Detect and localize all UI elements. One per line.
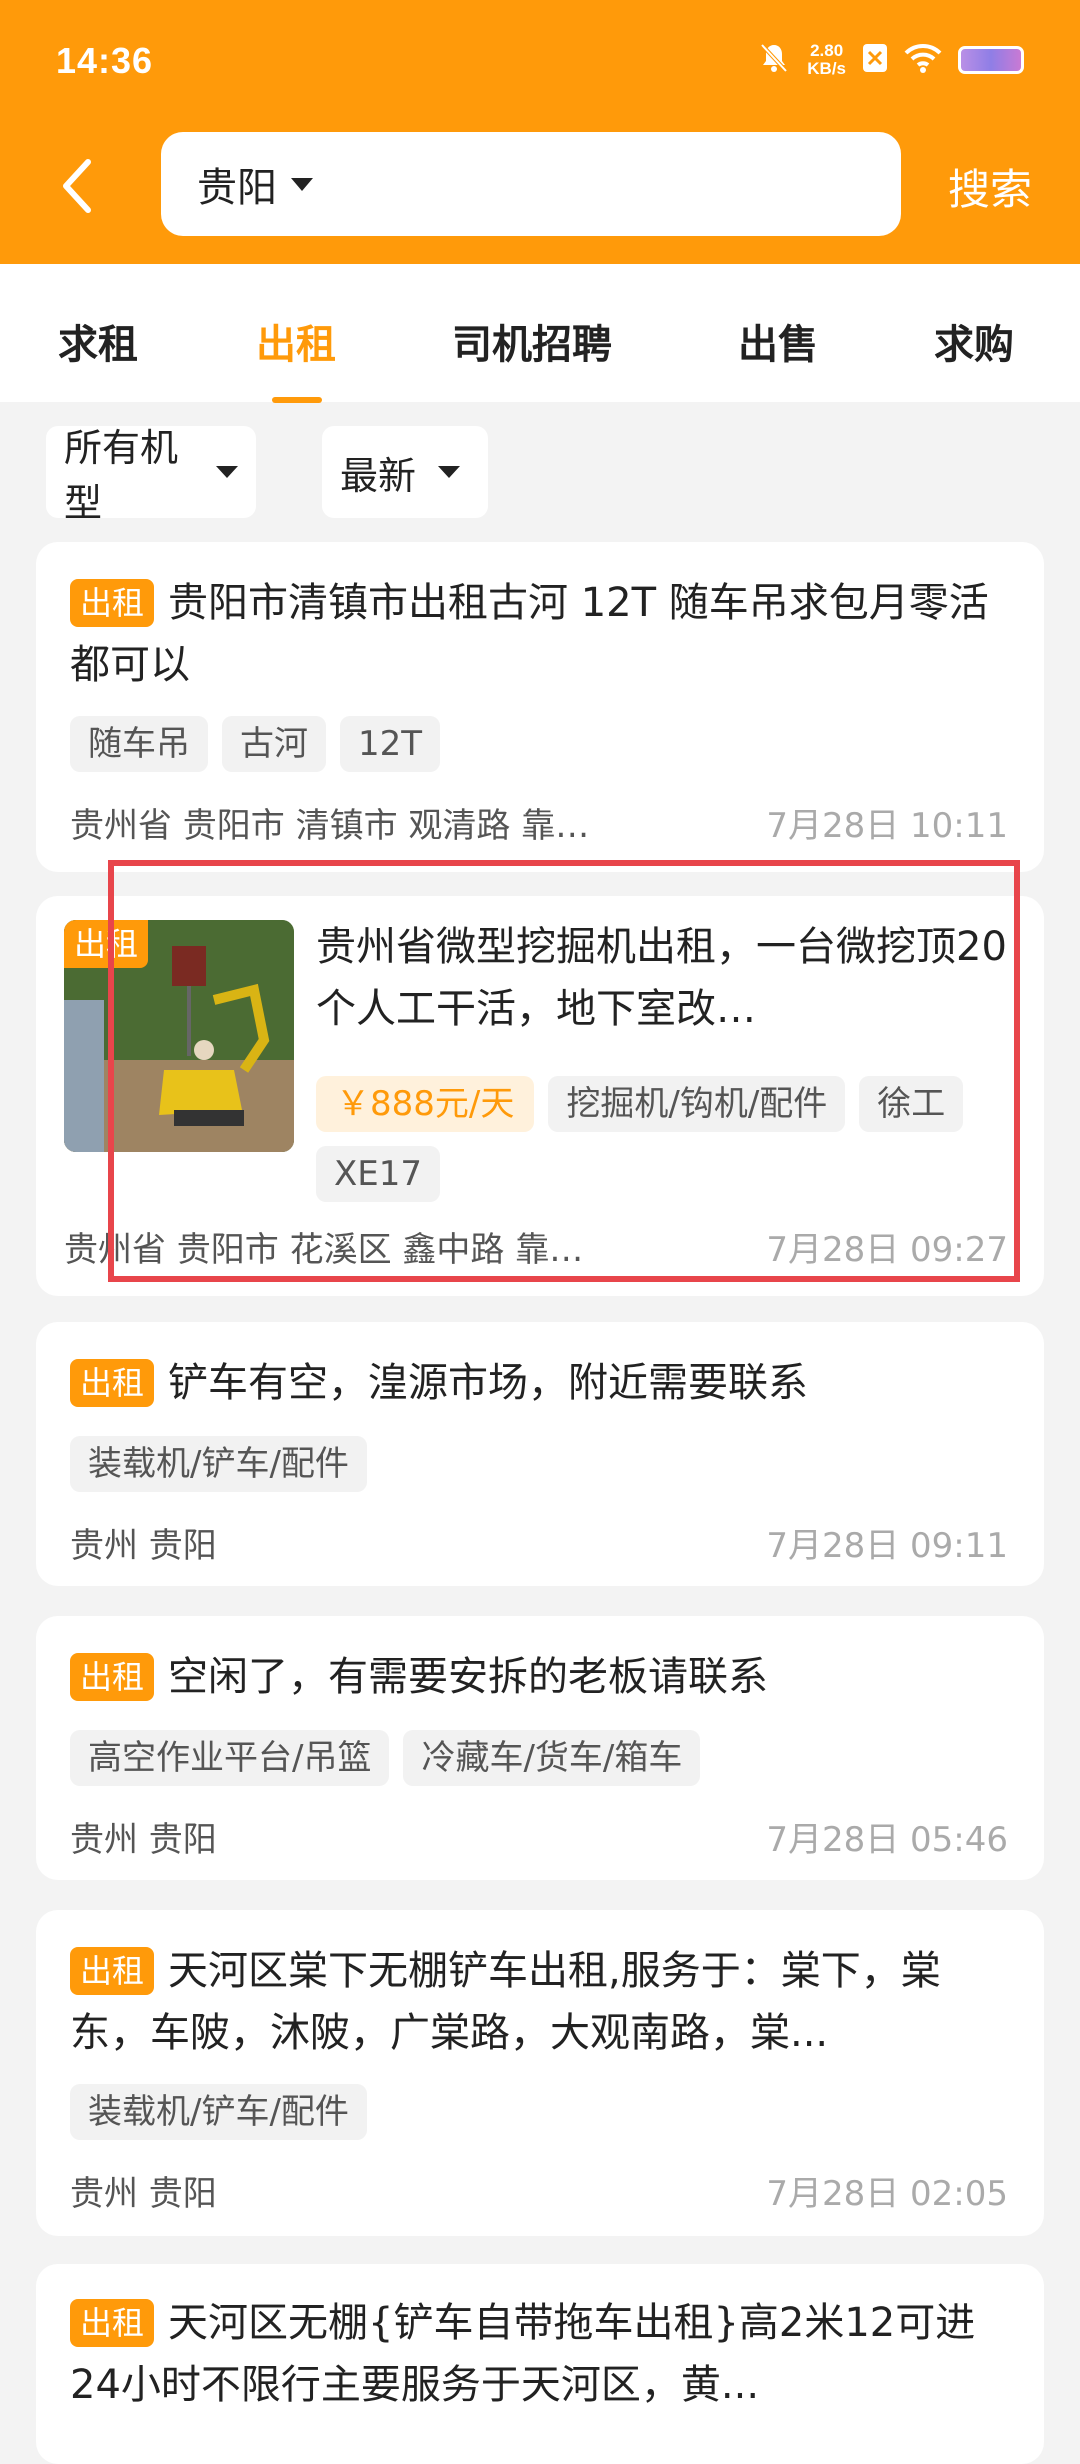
- chevron-left-icon: [63, 159, 91, 213]
- search-input[interactable]: 贵阳: [161, 132, 901, 236]
- tag: 古河: [222, 716, 326, 772]
- rent-badge: 出租: [70, 1947, 155, 1995]
- header-bar: 14:36 2.80 KB/s 贵阳 搜索: [0, 0, 1080, 264]
- tab-rent-wanted[interactable]: 求租: [58, 312, 138, 370]
- rent-badge: 出租: [70, 1359, 155, 1407]
- highlight-box: [108, 860, 1020, 1282]
- tab-for-sale[interactable]: 出售: [738, 312, 818, 370]
- listing-time: 7月28日 10:11: [766, 806, 1008, 846]
- listing-tags: 装载机/铲车/配件: [70, 1436, 367, 1492]
- status-icons: 2.80 KB/s: [757, 38, 1024, 82]
- filter-label: 最新: [340, 453, 417, 498]
- tag: 随车吊: [70, 716, 208, 772]
- listing-card[interactable]: 出租 天河区棠下无棚铲车出租,服务于：棠下，棠东，车陂，沐陂，广棠路，大观南路，棠…: [36, 1910, 1044, 2236]
- listing-card[interactable]: 出租 铲车有空，湟源市场，附近需要联系 装载机/铲车/配件 贵州 贵阳 7月28日…: [36, 1322, 1044, 1586]
- listing-title: 出租 空闲了，有需要安拆的老板请联系: [70, 1646, 1010, 1708]
- tab-buy-wanted[interactable]: 求购: [934, 312, 1014, 370]
- tag: 冷藏车/货车/箱车: [403, 1730, 701, 1786]
- listing-tags: 高空作业平台/吊篮 冷藏车/货车/箱车: [70, 1730, 701, 1786]
- listing-title: 出租 铲车有空，湟源市场，附近需要联系: [70, 1352, 1010, 1414]
- listing-location: 贵州 贵阳: [70, 1526, 217, 1566]
- listing-card[interactable]: 出租 贵阳市清镇市出租古河 12T 随车吊求包月零活都可以 随车吊 古河 12T …: [36, 542, 1044, 872]
- listing-card[interactable]: 出租 天河区无棚{铲车自带拖车出租}高2米12可进24小时不限行主要服务于天河区，…: [36, 2264, 1044, 2464]
- tab-driver-jobs[interactable]: 司机招聘: [452, 312, 612, 370]
- tag: 12T: [340, 716, 441, 772]
- rent-badge: 出租: [70, 2299, 155, 2347]
- wifi-icon: [904, 43, 942, 77]
- caret-down-icon: [216, 466, 238, 478]
- active-tab-indicator: [272, 397, 322, 403]
- machine-type-filter[interactable]: 所有机型: [46, 426, 256, 525]
- caret-down-icon: [438, 466, 461, 478]
- listing-location: 贵州 贵阳: [70, 1820, 217, 1860]
- listing-time: 7月28日 05:46: [766, 1820, 1008, 1860]
- listing-tags: 装载机/铲车/配件: [70, 2084, 367, 2140]
- listing-card[interactable]: 出租 空闲了，有需要安拆的老板请联系 高空作业平台/吊篮 冷藏车/货车/箱车 贵州…: [36, 1616, 1044, 1880]
- status-time: 14:36: [56, 40, 154, 81]
- sort-filter[interactable]: 最新: [322, 426, 488, 518]
- listing-title: 出租 贵阳市清镇市出租古河 12T 随车吊求包月零活都可以: [70, 579, 989, 688]
- listing-title: 出租 天河区无棚{铲车自带拖车出租}高2米12可进24小时不限行主要服务于天河区，…: [70, 2299, 976, 2408]
- city-selector[interactable]: 贵阳: [197, 155, 277, 213]
- mute-bell-icon: [757, 41, 791, 79]
- caret-down-icon: [291, 177, 313, 191]
- sim-x-icon: [862, 43, 888, 77]
- search-button[interactable]: 搜索: [948, 156, 1032, 217]
- listing-location: 贵州 贵阳: [70, 2174, 217, 2214]
- listing-location: 贵州省 贵阳市 清镇市 观清路 靠…: [70, 806, 590, 846]
- listing-tags: 随车吊 古河 12T: [70, 716, 441, 772]
- tag: 高空作业平台/吊篮: [70, 1730, 390, 1786]
- listing-time: 7月28日 09:11: [766, 1526, 1008, 1566]
- listing-title: 出租 天河区棠下无棚铲车出租,服务于：棠下，棠东，车陂，沐陂，广棠路，大观南路，棠…: [70, 1947, 941, 2056]
- category-tabs: 求租 出租 司机招聘 出售 求购: [0, 264, 1080, 403]
- tab-for-rent[interactable]: 出租: [256, 312, 336, 370]
- tag: 装载机/铲车/配件: [70, 2084, 367, 2140]
- listing-time: 7月28日 02:05: [766, 2174, 1008, 2214]
- battery-icon: [958, 46, 1024, 74]
- tag: 装载机/铲车/配件: [70, 1436, 367, 1492]
- filter-label: 所有机型: [64, 426, 179, 525]
- rent-badge: 出租: [70, 579, 155, 627]
- net-speed: 2.80 KB/s: [807, 41, 846, 78]
- back-button[interactable]: [54, 156, 104, 216]
- rent-badge: 出租: [70, 1653, 155, 1701]
